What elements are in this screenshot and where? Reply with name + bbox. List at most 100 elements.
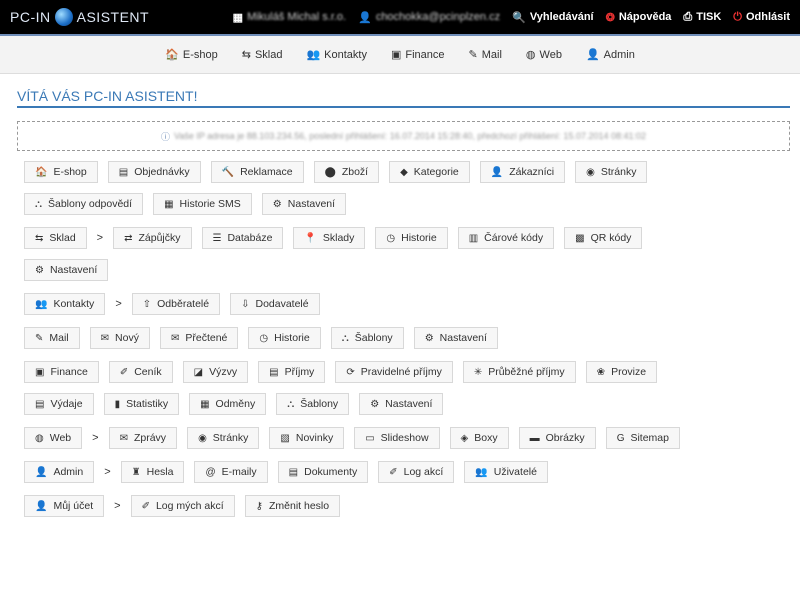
button-label: Nastavení bbox=[49, 264, 98, 276]
button-label: Obrázky bbox=[545, 432, 585, 444]
hesla-button[interactable]: ♜ Hesla bbox=[120, 461, 185, 483]
zakaznici-icon: 👤 bbox=[490, 166, 504, 178]
sablony-button[interactable]: ⛬ Šablony bbox=[330, 327, 404, 349]
search-icon: 🔍 bbox=[512, 11, 526, 24]
zpravy-button[interactable]: ✉ Zprávy bbox=[108, 427, 178, 449]
nastaveni-button[interactable]: ⚙ Nastavení bbox=[261, 193, 347, 215]
boxy-button[interactable]: ◈ Boxy bbox=[449, 427, 509, 449]
nastaveni-button[interactable]: ⚙ Nastavení bbox=[24, 259, 109, 281]
button-label: Databáze bbox=[227, 232, 273, 244]
kontakty-button[interactable]: 👥 Kontakty bbox=[24, 293, 106, 315]
log-akci-button[interactable]: ✐ Log akcí bbox=[378, 461, 455, 483]
finance-button[interactable]: ▣ Finance bbox=[24, 361, 99, 383]
stranky-button[interactable]: ◉ Stránky bbox=[575, 161, 648, 183]
provize-button[interactable]: ❀ Provize bbox=[585, 361, 658, 383]
nav-item-admin[interactable]: 👤 Admin bbox=[586, 48, 635, 62]
admin-button[interactable]: 👤 Admin bbox=[24, 461, 95, 483]
nav-item-web[interactable]: ◍ Web bbox=[526, 48, 562, 62]
novinky-icon: ▧ bbox=[280, 432, 290, 444]
sitemap-icon: G bbox=[616, 432, 625, 444]
user-indicator[interactable]: 👤 chochokka@pcinplzen.cz bbox=[358, 11, 500, 24]
logo[interactable]: PC-IN ASISTENT bbox=[10, 8, 149, 26]
nav-item-mail[interactable]: ✎ Mail bbox=[469, 48, 502, 62]
button-label: Nastavení bbox=[287, 198, 336, 210]
zpravy-icon: ✉ bbox=[119, 432, 128, 444]
zakaznici-button[interactable]: 👤 Zákazníci bbox=[479, 161, 566, 183]
reklamace-button[interactable]: 🔨 Reklamace bbox=[210, 161, 304, 183]
muj-ucet-button[interactable]: 👤 Můj účet bbox=[24, 495, 105, 517]
vydaje-button[interactable]: ▤ Výdaje bbox=[24, 393, 94, 415]
nav-item-kontakty[interactable]: 👥 Kontakty bbox=[306, 48, 367, 62]
search-link[interactable]: 🔍 Vyhledávání bbox=[512, 11, 594, 24]
stranky-button[interactable]: ◉ Stránky bbox=[187, 427, 260, 449]
mail-icon: ✎ bbox=[35, 332, 44, 344]
zbozi-button[interactable]: ⬤ Zboží bbox=[313, 161, 380, 183]
novinky-button[interactable]: ▧ Novinky bbox=[269, 427, 345, 449]
zapujcky-button[interactable]: ⇄ Zápůjčky bbox=[113, 227, 192, 249]
e-shop-button[interactable]: 🏠 E-shop bbox=[24, 161, 98, 183]
sklad-button[interactable]: ⇆ Sklad bbox=[24, 227, 87, 249]
vyzvy-button[interactable]: ◪ Výzvy bbox=[182, 361, 249, 383]
prubezne-prijmy-button[interactable]: ✳ Průběžné příjmy bbox=[462, 361, 576, 383]
kategorie-button[interactable]: ◆ Kategorie bbox=[389, 161, 470, 183]
logout-label: Odhlásit bbox=[745, 11, 790, 23]
button-label: Boxy bbox=[474, 432, 498, 444]
historie-button[interactable]: ◷ Historie bbox=[248, 327, 321, 349]
historie-button[interactable]: ◷ Historie bbox=[375, 227, 448, 249]
button-label: QR kódy bbox=[590, 232, 632, 244]
button-label: Historie bbox=[274, 332, 310, 344]
pravidelne-prijmy-button[interactable]: ⟳ Pravidelné příjmy bbox=[335, 361, 453, 383]
sablony-button[interactable]: ⛬ Šablony bbox=[276, 393, 350, 415]
dokumenty-button[interactable]: ▤ Dokumenty bbox=[277, 461, 369, 483]
sablony-odpovedi-button[interactable]: ⛬ Šablony odpovědí bbox=[24, 193, 144, 215]
novy-button[interactable]: ✉ Nový bbox=[89, 327, 150, 349]
mail-button[interactable]: ✎ Mail bbox=[24, 327, 80, 349]
sablony-icon: ⛬ bbox=[287, 398, 295, 410]
log-mych-akci-button[interactable]: ✐ Log mých akcí bbox=[130, 495, 235, 517]
button-label: Kontakty bbox=[53, 298, 95, 310]
nastaveni-button[interactable]: ⚙ Nastavení bbox=[413, 327, 498, 349]
nav-item-e-shop[interactable]: 🏠 E-shop bbox=[165, 48, 218, 62]
info-text: Vaše IP adresa je 88.103.234.56, posledn… bbox=[173, 131, 647, 141]
nav-label: Admin bbox=[603, 48, 635, 61]
button-label: Šablony bbox=[300, 398, 339, 410]
logout-link[interactable]: ⏻ Odhlásit bbox=[733, 11, 790, 24]
print-link[interactable]: ⎙ TISK bbox=[683, 11, 721, 24]
button-label: Průběžné příjmy bbox=[488, 366, 565, 378]
qr-kody-button[interactable]: ▩ QR kódy bbox=[564, 227, 643, 249]
info-box: ⓘ Vaše IP adresa je 88.103.234.56, posled… bbox=[17, 121, 790, 151]
user-email: chochokka@pcinplzen.cz bbox=[375, 11, 501, 23]
sklad-icon: ⇆ bbox=[35, 232, 44, 244]
hub-separator: > bbox=[92, 432, 99, 444]
web-button[interactable]: ◍ Web bbox=[24, 427, 83, 449]
odmeny-button[interactable]: ▦ Odměny bbox=[189, 393, 267, 415]
odberatele-button[interactable]: ⇧ Odběratelé bbox=[131, 293, 221, 315]
uzivatele-button[interactable]: 👥 Uživatelé bbox=[464, 461, 548, 483]
objednavky-button[interactable]: ▤ Objednávky bbox=[107, 161, 201, 183]
sklady-button[interactable]: 📍 Sklady bbox=[293, 227, 366, 249]
prectene-button[interactable]: ✉ Přečtené bbox=[159, 327, 239, 349]
statistiky-button[interactable]: ▮ Statistiky bbox=[103, 393, 180, 415]
button-label: Nastavení bbox=[385, 398, 433, 410]
carove-kody-button[interactable]: ▥ Čárové kódy bbox=[457, 227, 555, 249]
button-label: Mail bbox=[49, 332, 69, 344]
nav-item-finance[interactable]: ▣ Finance bbox=[391, 48, 445, 62]
nav-item-sklad[interactable]: ⇆ Sklad bbox=[242, 48, 283, 62]
help-link[interactable]: ❂ Nápověda bbox=[606, 11, 672, 24]
zmenit-heslo-button[interactable]: ⚷ Změnit heslo bbox=[244, 495, 341, 517]
cenik-button[interactable]: ✐ Ceník bbox=[108, 361, 173, 383]
historie-sms-button[interactable]: ▦ Historie SMS bbox=[153, 193, 252, 215]
obrazky-button[interactable]: ▬ Obrázky bbox=[518, 427, 596, 449]
module-row: ◍ Web > ✉ Zprávy ◉ Stránky ▧ Novinky ▭ Slideshow ◈ B… bbox=[17, 427, 790, 449]
databaze-button[interactable]: ☰ Databáze bbox=[201, 227, 284, 249]
button-label: Historie bbox=[401, 232, 437, 244]
hub-separator: > bbox=[114, 500, 121, 512]
e-maily-button[interactable]: @ E-maily bbox=[194, 461, 268, 483]
module-row: ⛬ Šablony odpovědí ▦ Historie SMS ⚙ Nastavení bbox=[17, 193, 790, 215]
slideshow-button[interactable]: ▭ Slideshow bbox=[354, 427, 440, 449]
dodavatele-button[interactable]: ⇩ Dodavatelé bbox=[230, 293, 320, 315]
button-label: Stránky bbox=[212, 432, 249, 444]
prijmy-button[interactable]: ▤ Příjmy bbox=[258, 361, 326, 383]
nastaveni-button[interactable]: ⚙ Nastavení bbox=[359, 393, 444, 415]
sitemap-button[interactable]: G Sitemap bbox=[605, 427, 680, 449]
